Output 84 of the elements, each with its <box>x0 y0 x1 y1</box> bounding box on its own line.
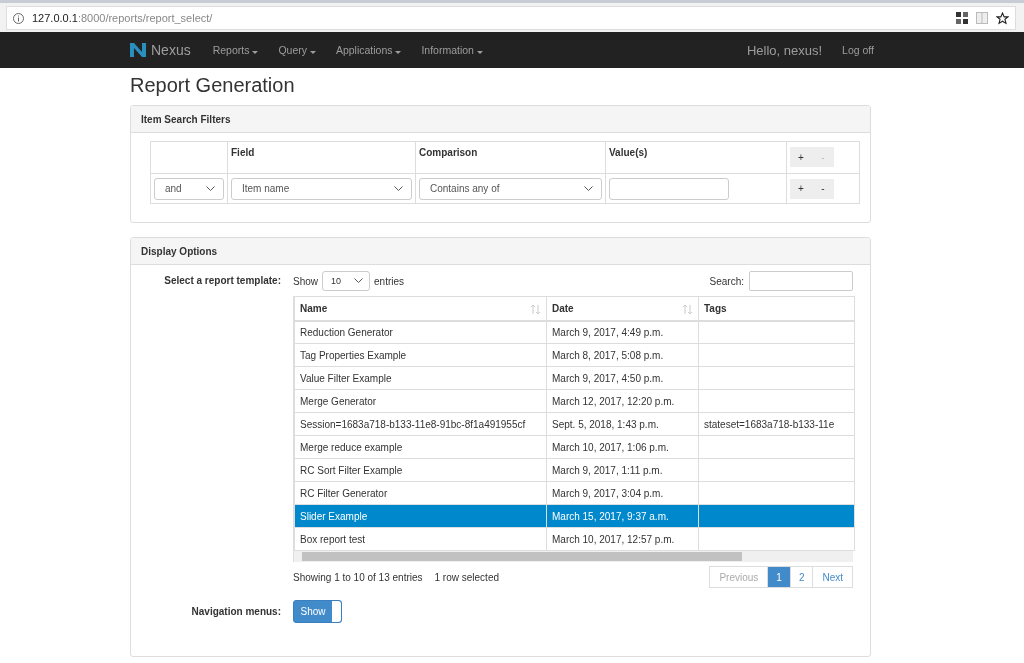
search-field[interactable] <box>749 271 853 291</box>
column-header: Value(s) <box>605 141 787 174</box>
table-cell[interactable]: March 10, 2017, 1:06 p.m. <box>546 435 699 459</box>
table-cell[interactable]: March 10, 2017, 12:57 p.m. <box>546 527 699 551</box>
caret-icon <box>252 51 259 54</box>
nav-menu[interactable]: Information <box>421 44 483 56</box>
table-cell[interactable] <box>698 389 855 413</box>
selection-info: 1 row selected <box>434 571 499 583</box>
sort-icon <box>683 305 692 314</box>
logo-icon[interactable] <box>130 42 146 58</box>
table-cell[interactable] <box>698 435 855 459</box>
comparison-select[interactable]: Contains any of <box>419 177 602 200</box>
page-button[interactable]: 2 <box>789 566 814 588</box>
row-button[interactable]: + <box>790 178 812 199</box>
table-cell[interactable]: RC Filter Generator <box>294 481 547 505</box>
table-cell[interactable]: Slider Example <box>294 504 547 528</box>
table-cell[interactable] <box>698 527 855 551</box>
chevron-down-icon <box>354 278 363 284</box>
caret-icon <box>309 51 316 54</box>
logoff-link[interactable]: Log off <box>842 44 874 56</box>
show-label: Show <box>293 275 318 287</box>
field-select[interactable]: Item name <box>231 177 412 200</box>
nav-menu[interactable]: Query <box>278 44 316 56</box>
field-label: Navigation menus: <box>190 605 281 619</box>
table-cell[interactable] <box>698 458 855 482</box>
address-bar[interactable]: 127.0.0.1:8000/reports/report_select/ <box>6 6 1016 30</box>
table-cell[interactable]: Session=1683a718-b133-11e8-91bc-8f1a491955cf <box>294 412 547 436</box>
star-icon[interactable] <box>996 11 1009 25</box>
caret-icon <box>395 51 402 54</box>
table-cell[interactable]: stateset=1683a718-b133-11e <box>698 412 855 436</box>
conjunction-select[interactable]: and <box>154 177 224 200</box>
value-input[interactable] <box>609 177 729 200</box>
table-cell[interactable]: Value Filter Example <box>294 366 547 390</box>
table-cell[interactable] <box>698 366 855 390</box>
nav-menu[interactable]: Applications <box>335 44 402 56</box>
table-cell[interactable]: Merge reduce example <box>294 435 547 459</box>
greeting-text: Hello, nexus! <box>746 42 823 58</box>
entries-info: Showing 1 to 10 of 13 entries <box>293 571 423 583</box>
table-cell[interactable]: March 12, 2017, 12:20 p.m. <box>546 389 699 413</box>
panel-title: Display Options <box>131 238 870 265</box>
search-label: Search: <box>709 275 744 287</box>
panel-title: Item Search Filters <box>131 106 870 133</box>
next-button[interactable]: Next <box>812 566 853 588</box>
table-cell[interactable] <box>698 343 855 367</box>
chevron-down-icon <box>394 185 403 192</box>
brand-name[interactable]: Nexus <box>151 42 191 58</box>
row-button[interactable]: - <box>812 178 834 199</box>
table-cell[interactable] <box>698 504 855 528</box>
chevron-down-icon <box>206 185 215 192</box>
table-cell[interactable] <box>698 320 855 344</box>
toggle-switch[interactable]: Show <box>293 600 342 623</box>
page-button[interactable]: 1 <box>767 566 791 588</box>
table-cell[interactable]: March 9, 2017, 4:50 p.m. <box>546 366 699 390</box>
table-cell[interactable]: Tag Properties Example <box>294 343 547 367</box>
table-cell[interactable]: RC Sort Filter Example <box>294 458 547 482</box>
field-label: Select a report template: <box>163 274 281 288</box>
nav-menu[interactable]: Reports <box>212 44 259 56</box>
row-button[interactable]: + <box>790 147 812 167</box>
table-cell[interactable]: March 9, 2017, 1:11 p.m. <box>546 458 699 482</box>
extensions-icon[interactable] <box>956 12 968 24</box>
sort-icon <box>531 305 540 314</box>
reading-view-icon[interactable] <box>976 12 988 24</box>
entries-select[interactable]: 10 <box>322 271 370 291</box>
table-cell[interactable]: Reduction Generator <box>294 320 547 344</box>
page-title: Report Generation <box>130 74 296 97</box>
url-text: 127.0.0.1:8000/reports/report_select/ <box>32 12 214 24</box>
table-cell[interactable]: Box report test <box>294 527 547 551</box>
column-header[interactable]: Date <box>546 296 699 321</box>
caret-icon <box>476 51 483 54</box>
column-header: Field <box>227 141 416 174</box>
table-cell[interactable]: Sept. 5, 2018, 1:43 p.m. <box>546 412 699 436</box>
entries-label: entries <box>374 275 405 287</box>
column-header[interactable]: Tags <box>698 296 855 321</box>
table-cell[interactable]: March 8, 2017, 5:08 p.m. <box>546 343 699 367</box>
table-cell[interactable] <box>698 481 855 505</box>
table-cell[interactable]: March 9, 2017, 3:04 p.m. <box>546 481 699 505</box>
chevron-down-icon <box>584 185 593 192</box>
table-cell[interactable]: Merge Generator <box>294 389 547 413</box>
table-cell[interactable]: March 15, 2017, 9:37 a.m. <box>546 504 699 528</box>
info-icon[interactable] <box>13 12 24 24</box>
table-cell[interactable]: March 9, 2017, 4:49 p.m. <box>546 320 699 344</box>
column-header: Comparison <box>415 141 606 174</box>
column-header[interactable]: Name <box>294 296 547 321</box>
horizontal-scrollbar[interactable] <box>294 551 853 562</box>
